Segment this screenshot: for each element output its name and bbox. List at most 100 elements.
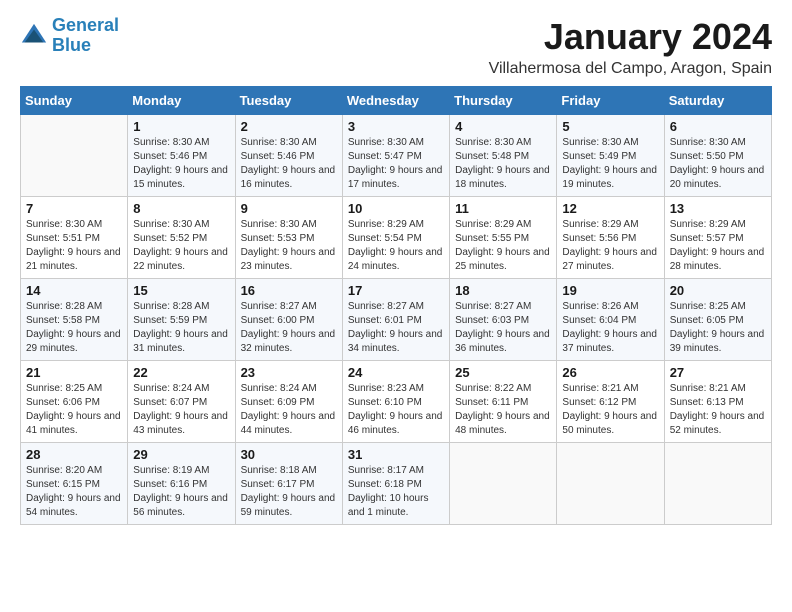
day-info: Sunrise: 8:24 AMSunset: 6:09 PMDaylight:…: [241, 382, 337, 438]
day-number: 15: [133, 283, 229, 298]
sunset-text: Sunset: 5:54 PM: [348, 232, 444, 246]
day-info: Sunrise: 8:30 AMSunset: 5:53 PMDaylight:…: [241, 218, 337, 274]
day-cell: 6Sunrise: 8:30 AMSunset: 5:50 PMDaylight…: [664, 115, 771, 197]
sunrise-text: Sunrise: 8:30 AM: [455, 136, 551, 150]
day-cell: 13Sunrise: 8:29 AMSunset: 5:57 PMDayligh…: [664, 197, 771, 279]
daylight-text: Daylight: 9 hours and 20 minutes.: [670, 164, 766, 192]
day-cell: 8Sunrise: 8:30 AMSunset: 5:52 PMDaylight…: [128, 197, 235, 279]
day-info: Sunrise: 8:27 AMSunset: 6:00 PMDaylight:…: [241, 300, 337, 356]
day-number: 28: [26, 447, 122, 462]
day-cell: [21, 115, 128, 197]
day-cell: 5Sunrise: 8:30 AMSunset: 5:49 PMDaylight…: [557, 115, 664, 197]
sunset-text: Sunset: 5:46 PM: [133, 150, 229, 164]
sunset-text: Sunset: 5:46 PM: [241, 150, 337, 164]
day-cell: 7Sunrise: 8:30 AMSunset: 5:51 PMDaylight…: [21, 197, 128, 279]
sunset-text: Sunset: 6:17 PM: [241, 478, 337, 492]
week-row-3: 21Sunrise: 8:25 AMSunset: 6:06 PMDayligh…: [21, 361, 772, 443]
header-friday: Friday: [557, 87, 664, 115]
day-cell: 31 Sunrise: 8:17 AMSunset: 6:18 PMDayligh…: [342, 443, 449, 525]
day-number: 17: [348, 283, 444, 298]
day-number: 31: [348, 447, 444, 462]
daylight-text: Daylight: 9 hours and 18 minutes.: [455, 164, 551, 192]
logo-line2: Blue: [52, 35, 91, 55]
day-number: 10: [348, 201, 444, 216]
logo-text: General Blue: [52, 16, 119, 56]
daylight-text: Daylight: 9 hours and 41 minutes.: [26, 410, 122, 438]
sunrise-text: Sunrise: 8:28 AM: [26, 300, 122, 314]
day-number: 13: [670, 201, 766, 216]
day-info: Sunrise: 8:28 AMSunset: 5:59 PMDaylight:…: [133, 300, 229, 356]
day-number: 27: [670, 365, 766, 380]
day-info: Sunrise: 8:18 AMSunset: 6:17 PMDaylight:…: [241, 464, 337, 520]
sunrise-text: Sunrise: 8:29 AM: [348, 218, 444, 232]
sunrise-text: Sunrise: 8:18 AM: [241, 464, 337, 478]
sunrise-text: Sunrise: 8:22 AM: [455, 382, 551, 396]
sunrise-text: Sunrise: 8:29 AM: [670, 218, 766, 232]
sunrise-text: Sunrise: 8:30 AM: [26, 218, 122, 232]
calendar: SundayMondayTuesdayWednesdayThursdayFrid…: [20, 86, 772, 525]
daylight-text: Daylight: 9 hours and 25 minutes.: [455, 246, 551, 274]
day-info: Sunrise: 8:29 AMSunset: 5:55 PMDaylight:…: [455, 218, 551, 274]
day-number: 24: [348, 365, 444, 380]
sunrise-text: Sunrise: 8:27 AM: [455, 300, 551, 314]
sunset-text: Sunset: 5:57 PM: [670, 232, 766, 246]
sunset-text: Sunset: 6:06 PM: [26, 396, 122, 410]
day-cell: 15 Sunrise: 8:28 AMSunset: 5:59 PMDayligh…: [128, 279, 235, 361]
day-info: Sunrise: 8:28 AMSunset: 5:58 PMDaylight:…: [26, 300, 122, 356]
daylight-text: Daylight: 9 hours and 22 minutes.: [133, 246, 229, 274]
sunset-text: Sunset: 5:47 PM: [348, 150, 444, 164]
daylight-text: Daylight: 9 hours and 15 minutes.: [133, 164, 229, 192]
week-row-1: 7Sunrise: 8:30 AMSunset: 5:51 PMDaylight…: [21, 197, 772, 279]
day-info: Sunrise: 8:30 AMSunset: 5:50 PMDaylight:…: [670, 136, 766, 192]
day-cell: 22Sunrise: 8:24 AMSunset: 6:07 PMDayligh…: [128, 361, 235, 443]
day-cell: 11Sunrise: 8:29 AMSunset: 5:55 PMDayligh…: [450, 197, 557, 279]
sunrise-text: Sunrise: 8:25 AM: [26, 382, 122, 396]
logo: General Blue: [20, 16, 119, 56]
day-number: 29: [133, 447, 229, 462]
day-number: 12: [562, 201, 658, 216]
sunset-text: Sunset: 5:50 PM: [670, 150, 766, 164]
day-info: Sunrise: 8:25 AMSunset: 6:05 PMDaylight:…: [670, 300, 766, 356]
day-number: 16: [241, 283, 337, 298]
sunset-text: Sunset: 5:56 PM: [562, 232, 658, 246]
day-info: Sunrise: 8:21 AMSunset: 6:12 PMDaylight:…: [562, 382, 658, 438]
sunset-text: Sunset: 6:16 PM: [133, 478, 229, 492]
logo-line1: General: [52, 15, 119, 35]
sunset-text: Sunset: 6:04 PM: [562, 314, 658, 328]
day-cell: 17 Sunrise: 8:27 AMSunset: 6:01 PMDayligh…: [342, 279, 449, 361]
day-number: 23: [241, 365, 337, 380]
day-number: 3: [348, 119, 444, 134]
sunset-text: Sunset: 6:12 PM: [562, 396, 658, 410]
sunset-text: Sunset: 6:11 PM: [455, 396, 551, 410]
day-cell: 21Sunrise: 8:25 AMSunset: 6:06 PMDayligh…: [21, 361, 128, 443]
day-number: 22: [133, 365, 229, 380]
day-cell: 29Sunrise: 8:19 AMSunset: 6:16 PMDayligh…: [128, 443, 235, 525]
daylight-text: Daylight: 9 hours and 27 minutes.: [562, 246, 658, 274]
day-number: 4: [455, 119, 551, 134]
sunrise-text: Sunrise: 8:24 AM: [133, 382, 229, 396]
day-cell: 4Sunrise: 8:30 AMSunset: 5:48 PMDaylight…: [450, 115, 557, 197]
sunrise-text: Sunrise: 8:17 AM: [348, 464, 444, 478]
day-info: Sunrise: 8:25 AMSunset: 6:06 PMDaylight:…: [26, 382, 122, 438]
day-number: 9: [241, 201, 337, 216]
sunrise-text: Sunrise: 8:30 AM: [241, 218, 337, 232]
daylight-text: Daylight: 9 hours and 31 minutes.: [133, 328, 229, 356]
day-number: 5: [562, 119, 658, 134]
sunset-text: Sunset: 5:51 PM: [26, 232, 122, 246]
daylight-text: Daylight: 10 hours and 1 minute.: [348, 492, 444, 520]
sunset-text: Sunset: 6:18 PM: [348, 478, 444, 492]
sunset-text: Sunset: 6:09 PM: [241, 396, 337, 410]
daylight-text: Daylight: 9 hours and 19 minutes.: [562, 164, 658, 192]
header-wednesday: Wednesday: [342, 87, 449, 115]
day-info: Sunrise: 8:17 AMSunset: 6:18 PMDaylight:…: [348, 464, 444, 520]
sunset-text: Sunset: 5:49 PM: [562, 150, 658, 164]
day-info: Sunrise: 8:27 AMSunset: 6:01 PMDaylight:…: [348, 300, 444, 356]
day-info: Sunrise: 8:22 AMSunset: 6:11 PMDaylight:…: [455, 382, 551, 438]
day-info: Sunrise: 8:20 AMSunset: 6:15 PMDaylight:…: [26, 464, 122, 520]
sunrise-text: Sunrise: 8:30 AM: [670, 136, 766, 150]
sunrise-text: Sunrise: 8:24 AM: [241, 382, 337, 396]
sunrise-text: Sunrise: 8:29 AM: [562, 218, 658, 232]
day-cell: 16 Sunrise: 8:27 AMSunset: 6:00 PMDayligh…: [235, 279, 342, 361]
day-number: 18: [455, 283, 551, 298]
sunset-text: Sunset: 5:55 PM: [455, 232, 551, 246]
